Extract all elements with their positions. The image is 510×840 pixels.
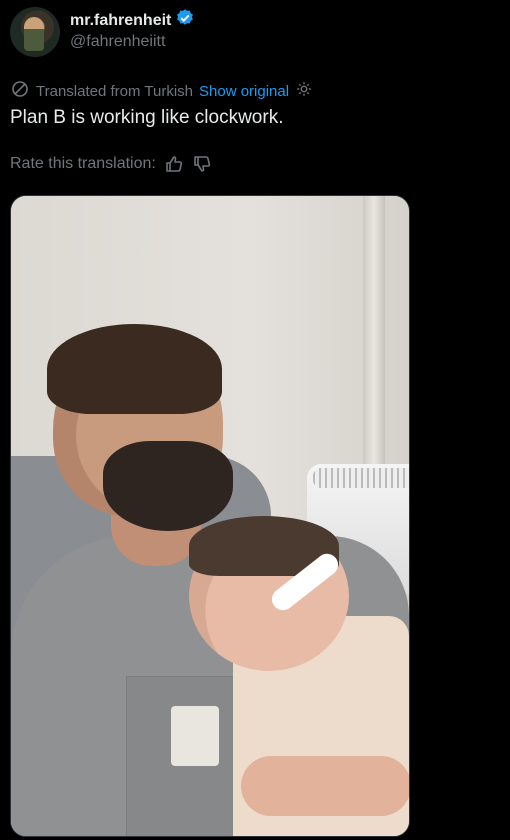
avatar[interactable] bbox=[10, 7, 60, 57]
translated-label: Translated from Turkish bbox=[36, 82, 193, 100]
photo-pocket-patch bbox=[171, 706, 219, 766]
thumbs-up-icon[interactable] bbox=[164, 154, 184, 174]
user-handle[interactable]: @fahrenheiitt bbox=[70, 33, 165, 51]
photo-man-hair bbox=[47, 324, 222, 414]
photo-baby-arm bbox=[241, 756, 409, 816]
settings-icon[interactable] bbox=[295, 80, 313, 102]
photo-doorframe bbox=[363, 196, 385, 496]
rate-translation-label: Rate this translation: bbox=[10, 155, 156, 172]
translation-row: Translated from Turkish Show original bbox=[10, 79, 313, 103]
tweet-text: Plan B is working like clockwork. bbox=[10, 107, 284, 128]
thumbs-down-icon[interactable] bbox=[192, 154, 212, 174]
photo-man-beard bbox=[103, 441, 233, 531]
translate-icon bbox=[10, 79, 30, 103]
show-original-link[interactable]: Show original bbox=[199, 83, 289, 100]
display-name[interactable]: mr.fahrenheit bbox=[70, 12, 171, 30]
rate-translation-row: Rate this translation: bbox=[10, 154, 212, 174]
author-name-row: mr.fahrenheit bbox=[70, 8, 195, 33]
verified-badge-icon bbox=[175, 8, 195, 33]
tweet-photo[interactable] bbox=[10, 195, 410, 837]
